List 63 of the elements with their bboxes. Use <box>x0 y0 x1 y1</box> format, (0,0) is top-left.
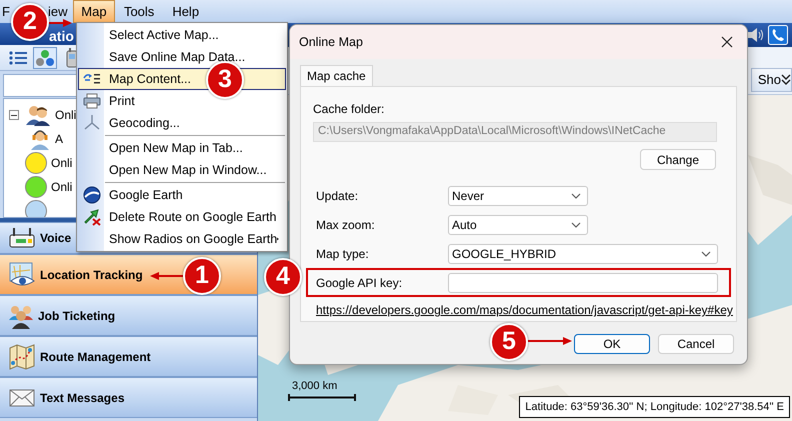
menu-item[interactable]: Delete Route on Google Earth <box>78 206 286 228</box>
globe-icon <box>83 186 101 204</box>
menu-item[interactable]: Open New Map in Tab... <box>78 137 286 159</box>
tree-item[interactable]: Onli <box>51 154 72 172</box>
menu-item[interactable]: iew <box>46 4 73 20</box>
scale-bar <box>288 394 356 401</box>
dialog-button[interactable]: OK <box>574 334 650 354</box>
toolbar-button[interactable] <box>33 46 57 68</box>
coordinates-label: Latitude: 63°59'36.30'' N; Longitude: 102°27'38.54'' E <box>519 396 790 418</box>
people-icon <box>25 104 51 126</box>
menu-item[interactable]: Map <box>72 0 115 23</box>
close-button[interactable] <box>719 34 735 50</box>
menu-item[interactable]: Google Earth <box>78 184 286 206</box>
circles-icon <box>35 48 55 66</box>
menu-item[interactable]: Tools <box>114 4 164 20</box>
tree-item[interactable]: A <box>55 130 64 148</box>
nav-button[interactable]: Route Management <box>0 336 257 377</box>
change-button[interactable]: Change <box>640 149 716 170</box>
tab[interactable]: Map cache <box>300 65 373 86</box>
content-list-icon <box>83 72 101 86</box>
dialog-title: Online Map <box>299 34 363 51</box>
scale-label: 3,000 km <box>291 378 338 394</box>
menu-item[interactable]: Select Active Map... <box>78 24 286 46</box>
list-icon <box>8 48 28 66</box>
tree-item[interactable]: Onli <box>55 106 76 124</box>
field-label: Update: <box>316 188 360 204</box>
arrow-cross-icon <box>83 208 101 226</box>
field-label: Google API key: <box>316 274 404 292</box>
field-label: Cache folder: <box>312 101 384 118</box>
tree-item[interactable]: Onli <box>51 178 72 196</box>
speaker-icon[interactable] <box>746 26 764 44</box>
axes-icon <box>83 114 101 132</box>
dropdown[interactable]: GOOGLE_HYBRID <box>448 244 718 264</box>
radio-device-icon <box>8 227 36 249</box>
dropdown[interactable]: Never <box>448 186 588 206</box>
dropdown[interactable]: Auto <box>448 214 588 234</box>
field-label: Map type: <box>316 246 370 262</box>
menu-item[interactable]: F <box>1 4 11 20</box>
menu-item[interactable]: Open New Map in Window... <box>78 159 286 181</box>
nav-button[interactable]: Job Ticketing <box>0 295 257 336</box>
collapse-toggle[interactable] <box>9 110 19 120</box>
panel-title: atio <box>49 28 74 44</box>
headset-person-icon <box>29 128 51 150</box>
printer-icon <box>83 93 101 109</box>
menu-item[interactable]: Show Radios on Google Earth <box>78 228 286 250</box>
map-eye-icon <box>8 262 36 288</box>
double-chevron-icon <box>781 74 791 86</box>
input-field[interactable] <box>448 272 718 292</box>
radio-icon <box>65 48 79 68</box>
close-icon <box>721 36 733 48</box>
show-button[interactable]: Sho <box>750 68 792 92</box>
link[interactable]: https://developers.google.com/maps/documentation/javascript/get-api-key#key <box>316 301 733 319</box>
folded-map-icon <box>8 344 36 370</box>
field-label: Max zoom: <box>316 216 376 234</box>
envelope-icon <box>8 386 36 408</box>
menu-item[interactable]: Geocoding... <box>78 112 286 134</box>
nav-button[interactable]: Text Messages <box>0 377 257 418</box>
phone-icon[interactable] <box>768 25 788 45</box>
dropdown-caret-icon <box>571 192 581 198</box>
dropdown-caret-icon <box>701 250 711 256</box>
dialog-button[interactable]: Cancel <box>658 334 734 354</box>
menu-item[interactable]: Help <box>163 4 208 20</box>
dropdown-caret-icon <box>571 222 581 228</box>
